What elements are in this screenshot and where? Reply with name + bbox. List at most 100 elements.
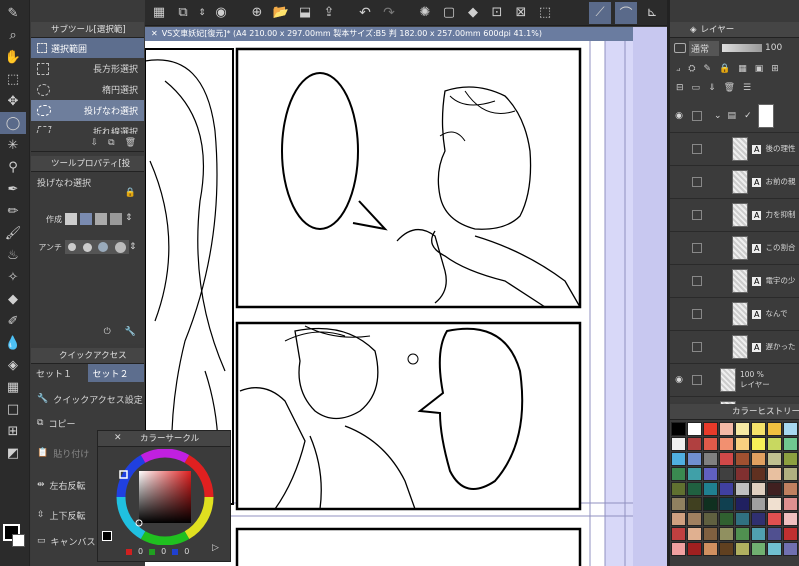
mask-icon[interactable]: ▣ [755, 61, 764, 76]
opacity-slider[interactable] [722, 44, 762, 52]
color-swatch[interactable] [783, 482, 798, 496]
color-swatch[interactable] [671, 437, 686, 451]
color-swatch[interactable] [751, 512, 766, 526]
subtool-item-lasso[interactable]: 投げなわ選択 [31, 100, 144, 121]
fill-icon[interactable]: ◈ [0, 354, 26, 376]
undo-icon[interactable]: ↶ [355, 5, 375, 21]
color-swatch[interactable] [671, 497, 686, 511]
grid-icon[interactable]: ▦ [149, 5, 169, 20]
color-swatch[interactable] [767, 527, 782, 541]
eraser-icon[interactable]: ◆ [0, 288, 26, 310]
color-swatch[interactable] [703, 512, 718, 526]
object-select-icon[interactable]: ⬚ [0, 68, 26, 90]
color-swatch[interactable] [703, 467, 718, 481]
new-selection-icon[interactable] [65, 213, 77, 225]
transparent-lock-icon[interactable]: ▦ [738, 61, 747, 76]
blend-icon[interactable]: ✐ [0, 310, 26, 332]
color-swatch[interactable] [703, 497, 718, 511]
layer-row[interactable]: A 電宇の少 [670, 265, 799, 298]
clear-icon[interactable]: ▢ [439, 5, 459, 20]
fill-selection-icon[interactable]: ◆ [463, 5, 483, 20]
sub-color-swatch[interactable] [12, 534, 25, 547]
delete-layer-icon[interactable]: 🗑 [724, 80, 735, 95]
airbrush-icon[interactable]: ♨ [0, 244, 26, 266]
color-swatch[interactable] [703, 437, 718, 451]
layer-row[interactable]: A なんで [670, 298, 799, 331]
color-swatch[interactable] [767, 482, 782, 496]
ruler-icon[interactable]: ◩ [0, 442, 26, 464]
color-swatch[interactable] [783, 512, 798, 526]
spinner-icon[interactable]: ⇕ [129, 242, 139, 252]
color-swatch[interactable] [751, 542, 766, 556]
lock-icon[interactable]: 🔒 [125, 188, 136, 198]
color-swatch[interactable] [671, 512, 686, 526]
tab-set-2[interactable]: セット２ [87, 364, 144, 382]
close-icon[interactable]: ✕ [114, 433, 122, 443]
new-icon[interactable]: ⧉ [173, 5, 193, 20]
reference-icon[interactable]: ⛭ [688, 61, 695, 76]
layer-checkbox[interactable] [692, 243, 702, 253]
color-swatch[interactable] [767, 497, 782, 511]
snap-ruler-icon[interactable]: ⟋ [589, 1, 611, 24]
color-swatch[interactable] [687, 482, 702, 496]
color-swatch[interactable] [783, 437, 798, 451]
transform-icon[interactable]: ⊡ [487, 5, 507, 20]
layer-checkbox[interactable] [692, 309, 702, 319]
color-swatch[interactable] [767, 542, 782, 556]
record-icon[interactable]: ◉ [211, 5, 231, 20]
color-swatch[interactable] [735, 452, 750, 466]
intersect-selection-icon[interactable] [110, 213, 122, 225]
color-swatch[interactable] [783, 467, 798, 481]
color-swatch[interactable] [687, 422, 702, 436]
color-swatch[interactable] [783, 527, 798, 541]
snap-curve-icon[interactable]: ⌒ [615, 1, 637, 24]
move-icon[interactable]: ✥ [0, 90, 26, 112]
color-swatch[interactable] [751, 482, 766, 496]
wrench-icon[interactable]: 🔧 [125, 327, 136, 337]
auto-select-icon[interactable]: ✳ [0, 134, 26, 156]
color-swatch[interactable] [751, 437, 766, 451]
color-swatch[interactable] [687, 497, 702, 511]
color-swatch[interactable] [751, 452, 766, 466]
color-swatch[interactable] [703, 482, 718, 496]
redo-icon[interactable]: ↷ [379, 5, 399, 21]
eyedropper-icon[interactable]: ⚲ [0, 156, 26, 178]
duplicate-icon[interactable]: ⧉ [108, 138, 114, 148]
decoration-icon[interactable]: ✧ [0, 266, 26, 288]
subtool-item-ellipse[interactable]: 楕円選択 [31, 79, 144, 100]
eye-icon[interactable]: ◉ [672, 111, 686, 121]
color-swatch[interactable] [735, 542, 750, 556]
layer-checkbox[interactable] [692, 177, 702, 187]
color-swatch[interactable] [735, 422, 750, 436]
zoom-icon[interactable]: ⌕ [0, 24, 26, 46]
color-swatch[interactable] [735, 527, 750, 541]
color-swatch[interactable] [687, 467, 702, 481]
color-swatch[interactable] [719, 452, 734, 466]
color-wheel[interactable] [112, 449, 218, 545]
new-canvas-icon[interactable]: ⊕ [247, 5, 267, 20]
new-vector-icon[interactable]: ⊟ [676, 80, 684, 95]
color-swatch[interactable] [687, 512, 702, 526]
color-swatch[interactable] [671, 422, 686, 436]
layer-checkbox[interactable] [692, 210, 702, 220]
figure-icon[interactable]: □ [0, 398, 26, 420]
antialias-slider[interactable] [65, 240, 129, 254]
color-swatch[interactable] [719, 467, 734, 481]
color-swatch[interactable] [687, 542, 702, 556]
quick-access-settings[interactable]: 🔧 クイックアクセス設定 [31, 388, 144, 410]
brush-icon[interactable]: 🖌 [0, 222, 26, 244]
lasso-tool-icon[interactable]: ◯ [0, 112, 26, 134]
color-swatch[interactable] [719, 482, 734, 496]
color-swatch[interactable] [719, 542, 734, 556]
color-swatch[interactable] [767, 467, 782, 481]
color-swatch[interactable] [719, 422, 734, 436]
subtool-group[interactable]: 選択範囲 [31, 38, 144, 58]
reset-icon[interactable]: ⏻ [104, 327, 111, 337]
draft-icon[interactable]: ✎ [703, 61, 711, 76]
blend-mode-select[interactable]: 通常 [689, 40, 719, 56]
subtool-item-rect[interactable]: 長方形選択 [31, 58, 144, 79]
main-color-mini[interactable] [102, 531, 112, 541]
tab-set-1[interactable]: セット１ [31, 364, 88, 382]
eye-icon[interactable]: ◉ [672, 375, 686, 385]
merge-icon[interactable]: ⇓ [708, 80, 716, 95]
